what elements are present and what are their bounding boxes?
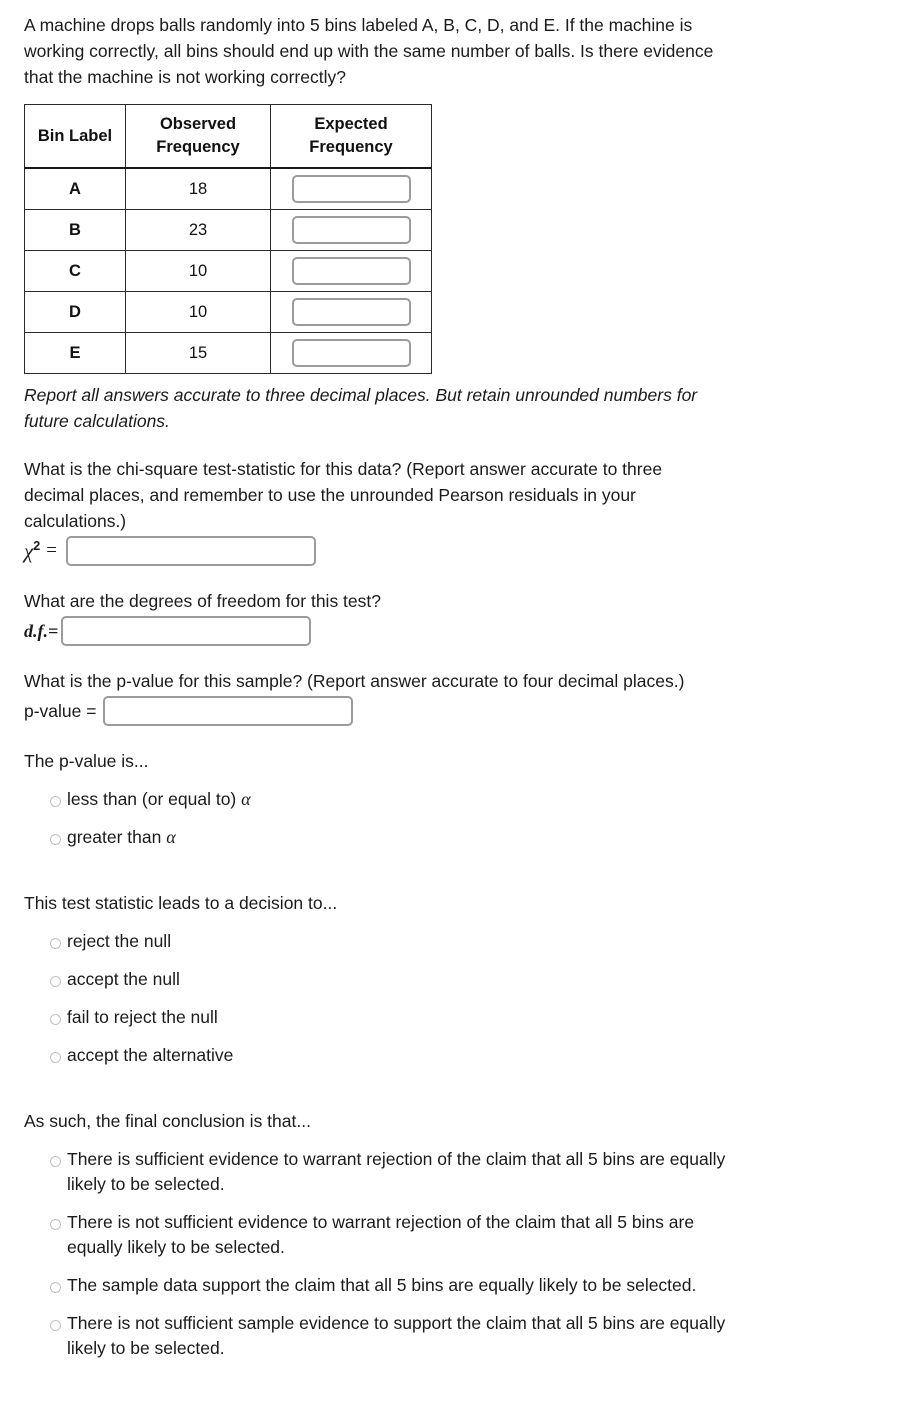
option-label: less than (or equal to) α	[67, 789, 251, 809]
expected-frequency-cell	[270, 332, 432, 374]
degrees-of-freedom-input[interactable]	[61, 616, 312, 646]
degrees-of-freedom-answer-row: d.f.=	[24, 616, 899, 646]
option-label: There is sufficient evidence to warrant …	[67, 1149, 726, 1194]
option-not-sufficient-evidence-reject[interactable]: There is not sufficient evidence to warr…	[24, 1210, 899, 1260]
decision-question: This test statistic leads to a decision …	[24, 893, 338, 913]
radio-button-icon[interactable]	[50, 938, 61, 949]
degrees-of-freedom-question: What are the degrees of freedom for this…	[24, 591, 381, 611]
bin-label-cell: A	[24, 167, 126, 210]
p-value-comparison-question: The p-value is...	[24, 751, 149, 771]
option-label: accept the alternative	[67, 1045, 234, 1065]
option-p-greater-than-alpha[interactable]: greater than α	[24, 825, 899, 850]
table-row: B 23	[24, 209, 432, 251]
conclusion-options: There is sufficient evidence to warrant …	[24, 1147, 899, 1361]
radio-button-icon[interactable]	[50, 1156, 61, 1167]
chi-square-answer-row: χ2 =	[24, 536, 899, 566]
expected-frequency-cell	[270, 167, 432, 210]
observed-frequency-cell: 10	[125, 250, 271, 292]
table-row: E 15	[24, 332, 432, 374]
table-row: D 10	[24, 291, 432, 333]
frequency-table: Bin Label Observed Frequency Expected Fr…	[24, 104, 432, 374]
radio-button-icon[interactable]	[50, 1014, 61, 1025]
radio-button-icon[interactable]	[50, 1219, 61, 1230]
radio-button-icon[interactable]	[50, 1052, 61, 1063]
header-observed-frequency: Observed Frequency	[125, 104, 271, 169]
p-value-question: What is the p-value for this sample? (Re…	[24, 671, 685, 691]
expected-frequency-cell	[270, 291, 432, 333]
quiz-page: A machine drops balls randomly into 5 bi…	[0, 0, 921, 1361]
option-fail-to-reject-the-null[interactable]: fail to reject the null	[24, 1005, 899, 1030]
p-value-comparison-options: less than (or equal to) α greater than α	[24, 787, 899, 850]
expected-frequency-input-b[interactable]	[291, 216, 411, 244]
chi-square-symbol: χ2	[24, 538, 41, 563]
option-label: There is not sufficient evidence to warr…	[67, 1212, 695, 1257]
expected-frequency-input-e[interactable]	[291, 339, 411, 367]
option-sufficient-evidence-reject[interactable]: There is sufficient evidence to warrant …	[24, 1147, 899, 1197]
option-sample-data-support[interactable]: The sample data support the claim that a…	[24, 1273, 899, 1298]
expected-frequency-input-d[interactable]	[291, 298, 411, 326]
header-expected-frequency: Expected Frequency	[270, 104, 432, 169]
conclusion-question: As such, the final conclusion is that...	[24, 1111, 311, 1131]
option-label: fail to reject the null	[67, 1007, 218, 1027]
radio-button-icon[interactable]	[50, 976, 61, 987]
decision-options: reject the null accept the null fail to …	[24, 929, 899, 1068]
header-bin-label: Bin Label	[24, 104, 126, 169]
observed-frequency-cell: 18	[125, 167, 271, 210]
p-value-input[interactable]	[103, 696, 354, 726]
radio-button-icon[interactable]	[50, 1282, 61, 1293]
expected-frequency-input-c[interactable]	[291, 257, 411, 285]
observed-frequency-cell: 15	[125, 332, 271, 374]
option-accept-the-null[interactable]: accept the null	[24, 967, 899, 992]
chi-square-input[interactable]	[65, 536, 316, 566]
option-p-less-than-alpha[interactable]: less than (or equal to) α	[24, 787, 899, 812]
bin-label-cell: D	[24, 291, 126, 333]
expected-frequency-input-a[interactable]	[291, 175, 411, 203]
problem-statement: A machine drops balls randomly into 5 bi…	[24, 15, 714, 87]
option-label: The sample data support the claim that a…	[67, 1275, 697, 1295]
expected-frequency-cell	[270, 209, 432, 251]
chi-square-equals-sign: =	[46, 540, 57, 561]
degrees-of-freedom-label: d.f.=	[24, 620, 59, 641]
chi-square-question: What is the chi-square test-statistic fo…	[24, 459, 663, 531]
option-not-sufficient-sample-evidence-support[interactable]: There is not sufficient sample evidence …	[24, 1311, 899, 1361]
option-reject-the-null[interactable]: reject the null	[24, 929, 899, 954]
radio-button-icon[interactable]	[50, 796, 61, 807]
expected-frequency-cell	[270, 250, 432, 292]
radio-button-icon[interactable]	[50, 834, 61, 845]
table-row: A 18	[24, 167, 432, 210]
option-label: accept the null	[67, 969, 180, 989]
option-label: There is not sufficient sample evidence …	[67, 1313, 726, 1358]
bin-label-cell: B	[24, 209, 126, 251]
rounding-note: Report all answers accurate to three dec…	[24, 385, 698, 431]
bin-label-cell: E	[24, 332, 126, 374]
option-label: reject the null	[67, 931, 172, 951]
p-value-label: p-value =	[24, 700, 97, 721]
table-header-row: Bin Label Observed Frequency Expected Fr…	[24, 104, 432, 169]
table-row: C 10	[24, 250, 432, 292]
option-accept-the-alternative[interactable]: accept the alternative	[24, 1043, 899, 1068]
observed-frequency-cell: 23	[125, 209, 271, 251]
radio-button-icon[interactable]	[50, 1320, 61, 1331]
p-value-answer-row: p-value =	[24, 696, 899, 726]
bin-label-cell: C	[24, 250, 126, 292]
option-label: greater than α	[67, 827, 176, 847]
observed-frequency-cell: 10	[125, 291, 271, 333]
